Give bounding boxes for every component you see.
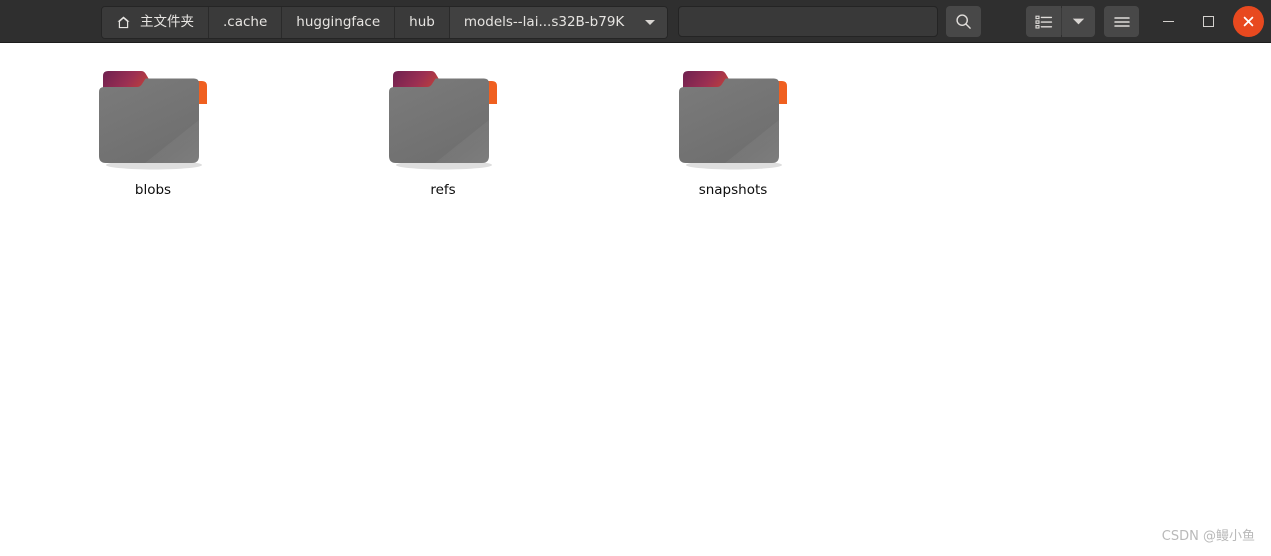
window-headerbar: 主文件夹 .cache huggingface hub models--lai.… xyxy=(0,0,1271,43)
file-view: blobs refs snapshots CSDN @鳗小鱼 xyxy=(0,43,1271,556)
minimize-button[interactable] xyxy=(1153,6,1184,37)
icon-grid: blobs refs snapshots xyxy=(8,60,878,198)
close-button[interactable] xyxy=(1233,6,1264,37)
breadcrumb-item-cache[interactable]: .cache xyxy=(209,7,283,38)
breadcrumb-item-label: .cache xyxy=(223,13,268,30)
breadcrumb-item-label: models--lai...s32B-b79K xyxy=(463,13,625,30)
watermark: CSDN @鳗小鱼 xyxy=(1161,529,1255,544)
search-button[interactable] xyxy=(946,6,981,37)
breadcrumb: 主文件夹 .cache huggingface hub models--lai.… xyxy=(101,6,669,39)
folder-icon xyxy=(389,71,497,170)
folder-icon xyxy=(99,71,207,170)
breadcrumb-item-home[interactable]: 主文件夹 xyxy=(102,7,209,38)
maximize-button[interactable] xyxy=(1193,6,1224,37)
folder-icon xyxy=(679,71,787,170)
file-item[interactable]: refs xyxy=(298,60,588,198)
chevron-down-icon xyxy=(1072,18,1085,25)
list-view-icon xyxy=(1034,15,1052,29)
file-item[interactable]: blobs xyxy=(8,60,298,198)
main-menu-button[interactable] xyxy=(1104,6,1139,37)
file-item-label: blobs xyxy=(134,182,172,198)
file-item-label: refs xyxy=(430,182,456,198)
file-item-label: snapshots xyxy=(698,182,768,198)
view-options-button[interactable] xyxy=(1062,6,1095,37)
maximize-icon xyxy=(1203,16,1214,27)
view-list-button[interactable] xyxy=(1026,6,1061,37)
breadcrumb-item-label: 主文件夹 xyxy=(140,13,194,30)
breadcrumb-item-label: hub xyxy=(409,13,435,30)
close-icon xyxy=(1243,16,1254,27)
breadcrumb-item-current[interactable]: models--lai...s32B-b79K xyxy=(449,7,668,38)
breadcrumb-item-label: huggingface xyxy=(296,13,381,30)
breadcrumb-item-hub[interactable]: hub xyxy=(395,7,450,38)
breadcrumb-item-huggingface[interactable]: huggingface xyxy=(282,7,396,38)
search-icon xyxy=(956,14,971,29)
home-icon xyxy=(117,16,130,29)
location-input[interactable] xyxy=(678,6,938,37)
minimize-icon xyxy=(1163,20,1174,23)
file-item[interactable]: snapshots xyxy=(588,60,878,198)
hamburger-menu-icon xyxy=(1113,16,1130,27)
chevron-down-icon xyxy=(645,20,656,25)
